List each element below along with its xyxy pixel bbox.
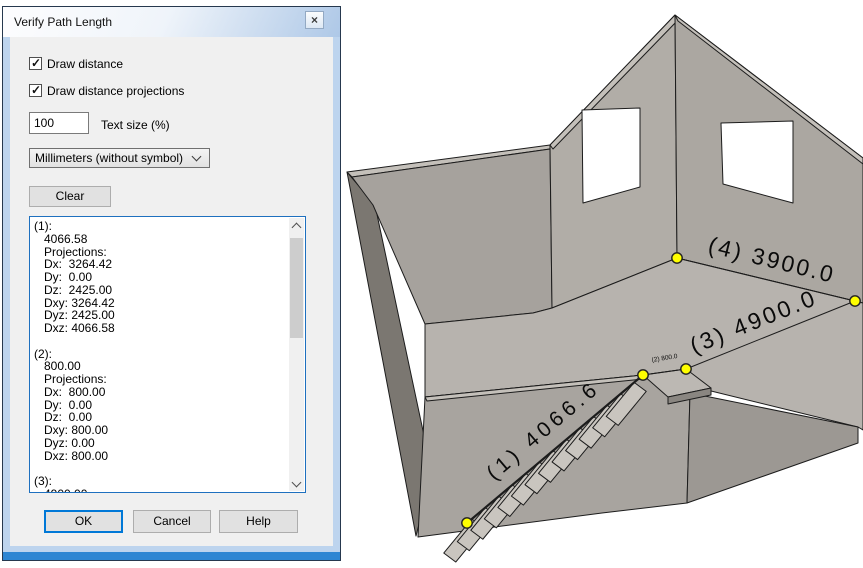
- verify-path-length-dialog: Verify Path Length × ✓ Draw distance ✓ D…: [2, 6, 341, 561]
- path-vertex-4: [850, 296, 860, 306]
- ok-button[interactable]: OK: [44, 510, 123, 533]
- list-line: Dxy: 800.00: [34, 424, 287, 437]
- cancel-button[interactable]: Cancel: [133, 510, 211, 533]
- list-line: Dyz: 0.00: [34, 437, 287, 450]
- draw-projections-label: Draw distance projections: [47, 84, 184, 98]
- scrollbar-down-button[interactable]: [289, 476, 304, 491]
- list-line: Dz: 2425.00: [34, 284, 287, 297]
- clear-button[interactable]: Clear: [29, 186, 111, 207]
- list-line: [34, 462, 287, 475]
- window-middle: [582, 108, 640, 203]
- list-line: 4066.58: [34, 233, 287, 246]
- results-scrollbar[interactable]: [289, 218, 304, 491]
- help-button[interactable]: Help: [219, 510, 298, 533]
- scrollbar-thumb[interactable]: [290, 238, 303, 338]
- text-size-input[interactable]: [29, 112, 89, 134]
- dialog-bottom-border: [3, 552, 340, 560]
- list-line: 4900.00: [34, 488, 287, 493]
- list-line: Dy: 0.00: [34, 271, 287, 284]
- draw-distance-label: Draw distance: [47, 57, 123, 71]
- scroll-up-icon: [292, 223, 302, 233]
- dialog-client-area: ✓ Draw distance ✓ Draw distance projecti…: [10, 37, 333, 546]
- chevron-down-icon: [192, 152, 202, 162]
- path-vertex-3: [681, 364, 691, 374]
- dialog-title: Verify Path Length: [14, 7, 112, 37]
- list-line: [34, 335, 287, 348]
- checkmark-icon: ✓: [31, 83, 41, 97]
- path-vertex-5: [672, 253, 682, 263]
- results-lines: (1): 4066.58 Projections: Dx: 3264.42 Dy…: [34, 220, 287, 493]
- list-line: Dxz: 800.00: [34, 450, 287, 463]
- list-line: (1):: [34, 220, 287, 233]
- results-list[interactable]: (1): 4066.58 Projections: Dx: 3264.42 Dy…: [29, 216, 306, 493]
- draw-projections-checkbox[interactable]: ✓: [29, 84, 42, 97]
- list-line: (3):: [34, 475, 287, 488]
- text-size-label: Text size (%): [101, 118, 170, 132]
- draw-distance-checkbox[interactable]: ✓: [29, 57, 42, 70]
- close-icon: ×: [311, 13, 318, 27]
- path-vertex-2: [638, 370, 648, 380]
- list-line: Dxz: 4066.58: [34, 322, 287, 335]
- units-selected-value: Millimeters (without symbol): [35, 151, 183, 165]
- list-line: Dx: 800.00: [34, 386, 287, 399]
- dialog-titlebar[interactable]: Verify Path Length ×: [3, 7, 340, 37]
- scroll-down-icon: [292, 478, 302, 488]
- checkmark-icon: ✓: [31, 56, 41, 70]
- list-line: Projections:: [34, 373, 287, 386]
- scrollbar-up-button[interactable]: [289, 218, 304, 233]
- path-vertex-1: [462, 518, 472, 528]
- units-dropdown[interactable]: Millimeters (without symbol): [29, 148, 210, 168]
- close-button[interactable]: ×: [305, 11, 324, 29]
